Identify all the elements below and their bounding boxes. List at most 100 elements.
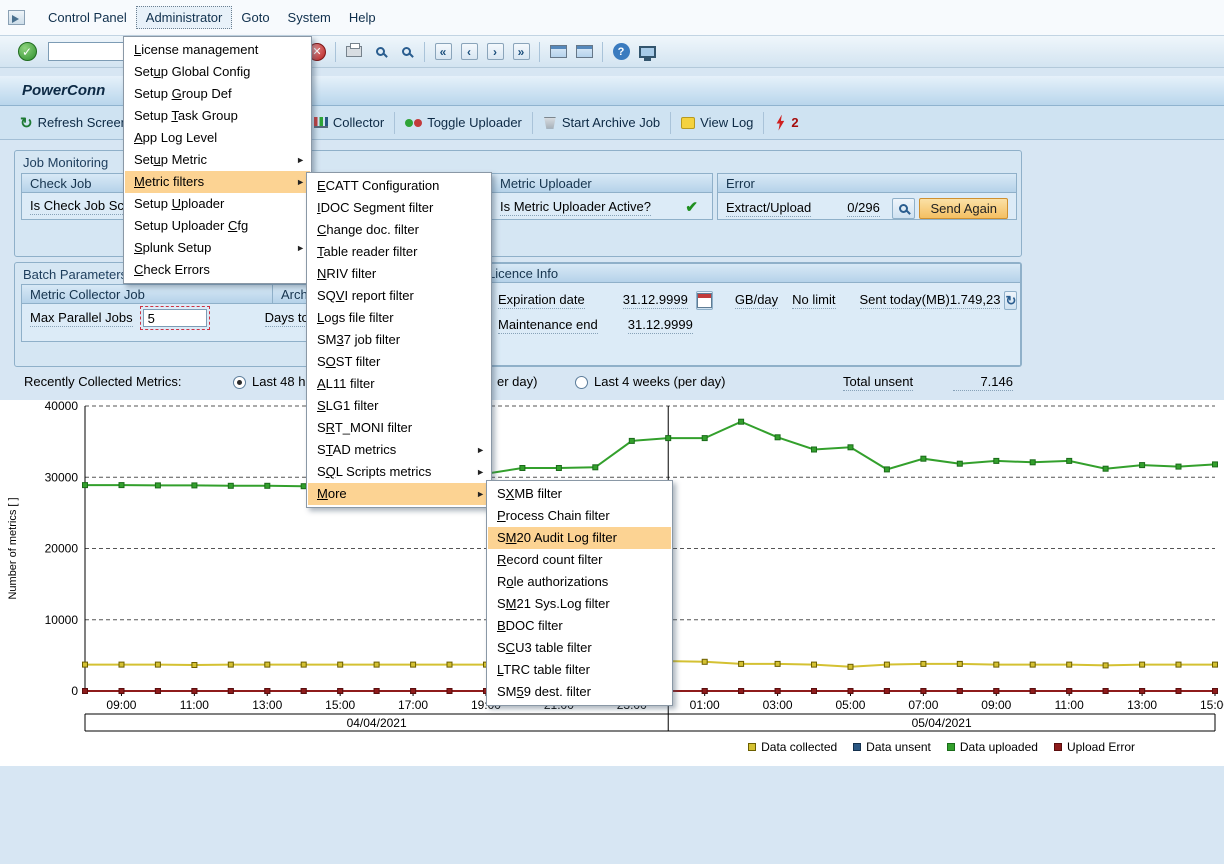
menu-item-label: SM21 Sys.Log filter — [497, 596, 610, 611]
send-again-button[interactable]: Send Again — [919, 198, 1008, 219]
menu-item-metric-filters[interactable]: Metric filters► — [125, 171, 310, 193]
first-page-button[interactable]: « — [432, 41, 454, 63]
command-field[interactable] — [48, 42, 124, 61]
menu-item-table-reader-filter[interactable]: Table reader filter — [308, 241, 490, 263]
menu-item-label: SQL Scripts metrics — [317, 464, 431, 479]
menu-item-srt-moni-filter[interactable]: SRT_MONI filter — [308, 417, 490, 439]
menu-item-process-chain-filter[interactable]: Process Chain filter — [488, 505, 671, 527]
menubar-item-administrator[interactable]: Administrator — [136, 6, 233, 29]
create-shortcut-button[interactable] — [573, 41, 595, 63]
svg-text:13:00: 13:00 — [252, 698, 282, 712]
previous-page-button[interactable]: ‹ — [458, 41, 480, 63]
menu-item-idoc-segment-filter[interactable]: IDOC Segment filter — [308, 197, 490, 219]
menu-item-splunk-setup[interactable]: Splunk Setup► — [125, 237, 310, 259]
menu-item-label: Role authorizations — [497, 574, 608, 589]
menu-item-setup-group-def[interactable]: Setup Group Def — [125, 83, 310, 105]
continue-button[interactable]: ✓ — [16, 41, 38, 63]
new-session-button[interactable] — [547, 41, 569, 63]
print-icon — [346, 46, 362, 57]
find-next-button[interactable] — [395, 41, 417, 63]
toggle-uploader-button[interactable]: Toggle Uploader — [399, 112, 528, 133]
menu-item-sql-scripts-metrics[interactable]: SQL Scripts metrics► — [308, 461, 490, 483]
legend-swatch — [1054, 743, 1062, 751]
legend-swatch — [748, 743, 756, 751]
legend-item-data-unsent: Data unsent — [853, 740, 931, 754]
system-menu-icon[interactable] — [8, 10, 25, 25]
menu-item-sm20-audit-log-filter[interactable]: SM20 Audit Log filter — [488, 527, 671, 549]
menu-item-sm59-dest-filter[interactable]: SM59 dest. filter — [488, 681, 671, 703]
menu-item-bdoc-filter[interactable]: BDOC filter — [488, 615, 671, 637]
alert-indicator[interactable]: 2 — [768, 112, 804, 134]
menu-item-label: More — [317, 486, 347, 501]
svg-text:13:00: 13:00 — [1127, 698, 1157, 712]
magnifier-icon — [899, 204, 908, 213]
menu-item-setup-global-config[interactable]: Setup Global Config — [125, 61, 310, 83]
menu-item-sm37-job-filter[interactable]: SM37 job filter — [308, 329, 490, 351]
menu-item-change-doc-filter[interactable]: Change doc. filter — [308, 219, 490, 241]
menu-item-al11-filter[interactable]: AL11 filter — [308, 373, 490, 395]
menu-item-logs-file-filter[interactable]: Logs file filter — [308, 307, 490, 329]
menu-item-label: Setup Uploader Cfg — [134, 218, 248, 233]
customize-layout-button[interactable] — [636, 41, 658, 63]
legend-swatch — [853, 743, 861, 751]
help-button[interactable]: ? — [610, 41, 632, 63]
last-4-weeks-radio[interactable] — [575, 376, 588, 389]
menu-item-app-log-level[interactable]: App Log Level — [125, 127, 310, 149]
chart-legend: Data collectedData unsentData uploadedUp… — [748, 740, 1135, 754]
menu-item-sxmb-filter[interactable]: SXMB filter — [488, 483, 671, 505]
find-button[interactable] — [369, 41, 391, 63]
menu-item-setup-uploader-cfg[interactable]: Setup Uploader Cfg — [125, 215, 310, 237]
menu-item-license-management[interactable]: License management — [125, 39, 310, 61]
menu-item-label: SM59 dest. filter — [497, 684, 591, 699]
menu-item-more[interactable]: More► — [308, 483, 490, 505]
menu-item-ltrc-table-filter[interactable]: LTRC table filter — [488, 659, 671, 681]
legend-label: Data unsent — [866, 740, 931, 754]
menu-item-sqvi-report-filter[interactable]: SQVI report filter — [308, 285, 490, 307]
menubar-item-control-panel[interactable]: Control Panel — [39, 7, 136, 28]
menubar-item-help[interactable]: Help — [340, 7, 385, 28]
metric-collector-job-header: Metric Collector Job — [30, 285, 272, 303]
metric-uploader-panel: Metric Uploader Is Metric Uploader Activ… — [481, 173, 713, 220]
toolbar-separator — [670, 112, 671, 134]
page-title: PowerConn — [22, 82, 105, 99]
menu-item-nriv-filter[interactable]: NRIV filter — [308, 263, 490, 285]
view-errors-button[interactable] — [892, 198, 915, 219]
menu-item-ecatt-configuration[interactable]: ECATT Configuration — [308, 175, 490, 197]
help-icon: ? — [613, 43, 630, 60]
menu-item-label: App Log Level — [134, 130, 217, 145]
expiration-calendar-button[interactable] — [696, 291, 713, 310]
menu-item-sost-filter[interactable]: SOST filter — [308, 351, 490, 373]
menu-item-label: Setup Metric — [134, 152, 207, 167]
next-page-button[interactable]: › — [484, 41, 506, 63]
view-log-button[interactable]: View Log — [675, 112, 759, 133]
menubar-item-system[interactable]: System — [279, 7, 340, 28]
menu-item-sm21-sys-log-filter[interactable]: SM21 Sys.Log filter — [488, 593, 671, 615]
alert-count: 2 — [791, 115, 798, 130]
menu-item-record-count-filter[interactable]: Record count filter — [488, 549, 671, 571]
svg-text:17:00: 17:00 — [398, 698, 428, 712]
menubar-item-goto[interactable]: Goto — [232, 7, 278, 28]
svg-text:15:00: 15:00 — [1200, 698, 1224, 712]
menu-item-stad-metrics[interactable]: STAD metrics► — [308, 439, 490, 461]
sent-refresh-button[interactable]: ↻ — [1004, 291, 1017, 310]
max-parallel-jobs-label: Max Parallel Jobs — [30, 310, 133, 327]
menu-item-check-errors[interactable]: Check Errors — [125, 259, 310, 281]
menu-item-label: Setup Group Def — [134, 86, 232, 101]
toggle-collector-button[interactable]: Collector — [308, 112, 390, 133]
menu-item-setup-metric[interactable]: Setup Metric► — [125, 149, 310, 171]
submenu-arrow-icon: ► — [296, 237, 305, 259]
menu-item-scu3-table-filter[interactable]: SCU3 table filter — [488, 637, 671, 659]
start-archive-job-button[interactable]: Start Archive Job — [537, 112, 666, 133]
menu-item-setup-task-group[interactable]: Setup Task Group — [125, 105, 310, 127]
menu-item-label: Change doc. filter — [317, 222, 419, 237]
max-parallel-jobs-input[interactable] — [143, 309, 207, 327]
refresh-screen-button[interactable]: ↻ Refresh Screen — [14, 111, 134, 135]
last-4-weeks-label: Last 4 weeks (per day) — [594, 374, 726, 389]
menu-item-slg1-filter[interactable]: SLG1 filter — [308, 395, 490, 417]
print-button[interactable] — [343, 41, 365, 63]
last-page-button[interactable]: » — [510, 41, 532, 63]
svg-text:30000: 30000 — [45, 470, 79, 484]
last-48-hours-radio[interactable] — [233, 376, 246, 389]
menu-item-setup-uploader[interactable]: Setup Uploader — [125, 193, 310, 215]
menu-item-role-authorizations[interactable]: Role authorizations — [488, 571, 671, 593]
